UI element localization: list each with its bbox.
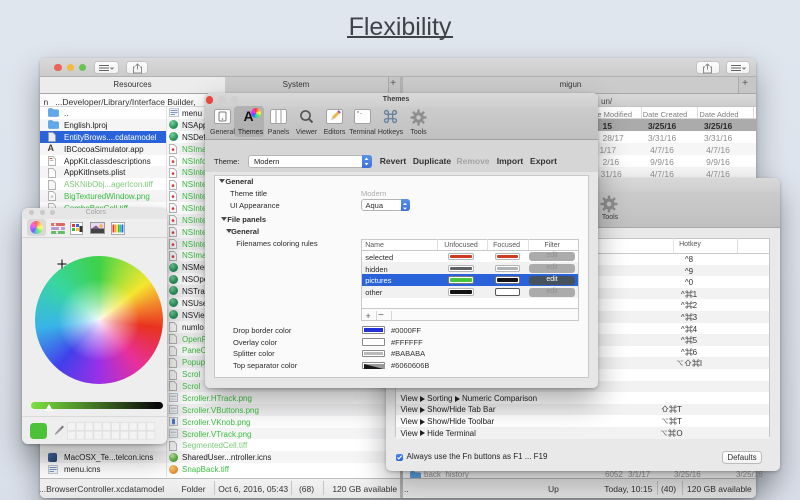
svg-text:*-: *-	[357, 111, 363, 117]
